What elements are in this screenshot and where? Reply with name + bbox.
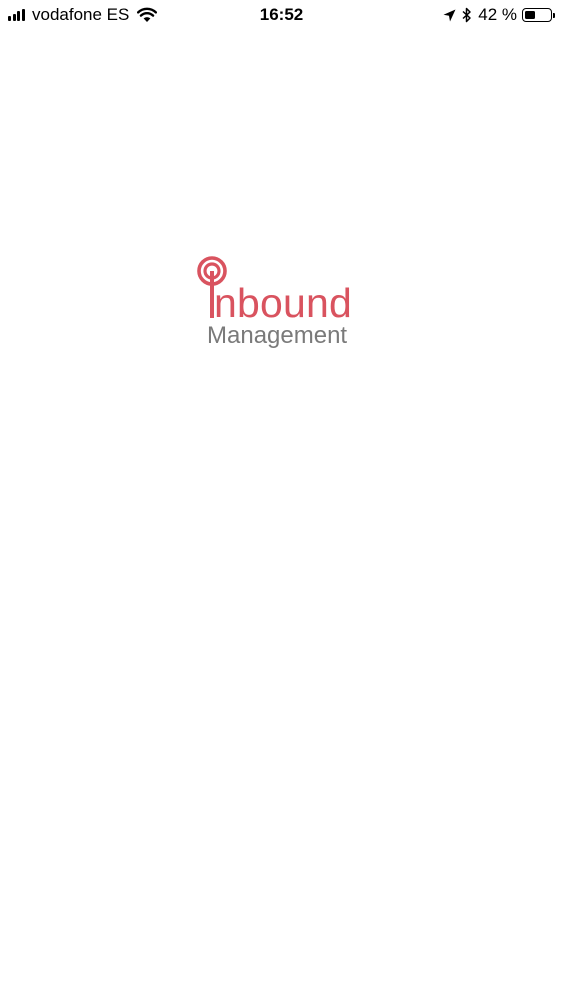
signal-icon: [8, 9, 26, 21]
splash-screen: vodafone ES 16:52 42 % nbound Management: [0, 0, 563, 1000]
wifi-icon: [137, 7, 158, 22]
battery-cap: [553, 12, 555, 18]
battery-percent: 42 %: [478, 5, 517, 24]
carrier-name: vodafone ES: [32, 5, 130, 24]
location-arrow-icon: [443, 9, 456, 21]
battery-icon: [522, 8, 552, 22]
logo-subtitle: Management: [207, 322, 348, 349]
status-bar-left: vodafone ES: [8, 5, 158, 25]
bluetooth-icon: [462, 7, 471, 23]
status-bar-right: 42 %: [443, 5, 555, 25]
inbound-management-logo: nbound Management: [195, 256, 370, 351]
status-bar: vodafone ES 16:52 42 %: [0, 0, 563, 30]
logo-word: nbound: [214, 280, 353, 326]
battery-level: [525, 11, 535, 19]
